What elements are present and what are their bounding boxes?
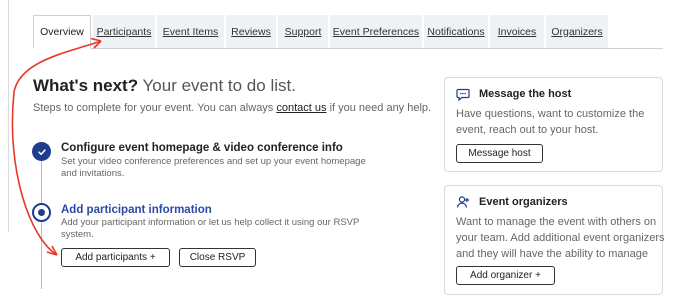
tab-event-preferences[interactable]: Event Preferences (330, 15, 422, 48)
add-participants-button[interactable]: Add participants + (61, 248, 170, 267)
message-host-button[interactable]: Message host (456, 144, 543, 163)
card-title: Message the host (479, 88, 572, 100)
page-title-bold: What's next? (33, 76, 139, 95)
tab-overview[interactable]: Overview (33, 15, 91, 49)
tab-reviews[interactable]: Reviews (226, 15, 276, 48)
tab-event-items[interactable]: Event Items (157, 15, 224, 48)
close-rsvp-button[interactable]: Close RSVP (179, 248, 256, 267)
tab-participants[interactable]: Participants (93, 15, 155, 48)
contact-us-link[interactable]: contact us (276, 102, 326, 114)
add-organizer-button[interactable]: Add organizer + (456, 266, 555, 285)
step-description: Set your video conference preferences an… (61, 156, 366, 179)
step-description: Add your participant information or let … (61, 217, 360, 240)
subtitle-text-after: if you need any help. (326, 102, 432, 114)
event-organizers-card: Event organizers Want to manage the even… (444, 185, 665, 295)
page-subtitle: Steps to complete for your event. You ca… (33, 102, 431, 114)
tab-invoices[interactable]: Invoices (490, 15, 544, 48)
step-title: Add participant information (61, 204, 212, 216)
tab-organizers[interactable]: Organizers (546, 15, 608, 48)
card-text: Have questions, want to customize the ev… (456, 108, 645, 136)
tab-notifications[interactable]: Notifications (424, 15, 488, 48)
message-host-card: Message the host Have questions, want to… (444, 77, 663, 172)
page-title: What's next? Your event to do list. (33, 76, 296, 96)
page-title-rest: Your event to do list. (138, 76, 296, 95)
step-current-indicator (32, 203, 51, 222)
page-edge (0, 0, 9, 232)
tab-bar: Overview Participants Event Items Review… (33, 15, 663, 49)
step-complete-indicator (32, 142, 51, 161)
step-current-dot (38, 209, 45, 216)
chat-icon (456, 88, 470, 101)
step-title: Configure event homepage & video confere… (61, 142, 343, 154)
card-title: Event organizers (479, 196, 568, 208)
tab-support[interactable]: Support (278, 15, 328, 48)
check-icon (37, 148, 46, 155)
add-user-icon (456, 196, 469, 208)
subtitle-text-before: Steps to complete for your event. You ca… (33, 102, 277, 114)
